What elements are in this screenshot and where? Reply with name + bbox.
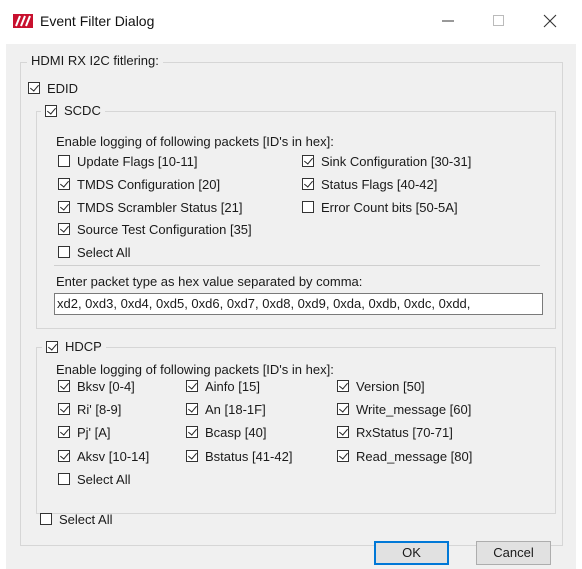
check-box [186, 380, 198, 392]
scdc-tmds-scrambler-checkbox[interactable]: TMDS Scrambler Status [21] [58, 198, 242, 216]
checkbox-label: Bcasp [40] [205, 424, 267, 440]
checkbox-label: Sink Configuration [30-31] [321, 153, 472, 169]
check-box [337, 450, 349, 462]
scdc-select-all-checkbox[interactable]: Select All [58, 243, 130, 261]
check-box [337, 426, 349, 438]
hdcp-read-message-checkbox[interactable]: Read_message [80] [337, 447, 472, 465]
hdcp-pj-checkbox[interactable]: Pj' [A] [58, 423, 111, 441]
checkbox-label: Update Flags [10-11] [77, 153, 198, 169]
minimize-icon [442, 20, 454, 22]
checkbox-label: RxStatus [70-71] [356, 424, 453, 440]
checkbox-label: Aksv [10-14] [77, 448, 150, 464]
hdcp-caption: Enable logging of following packets [ID'… [56, 362, 334, 377]
hdcp-ri-checkbox[interactable]: Ri' [8-9] [58, 400, 121, 418]
check-box [186, 426, 198, 438]
checkbox-label: Ri' [8-9] [77, 401, 122, 417]
scdc-divider [54, 265, 540, 266]
check-box [186, 403, 198, 415]
cancel-button[interactable]: Cancel [476, 541, 551, 565]
close-button[interactable] [527, 6, 573, 36]
check-box [58, 403, 70, 415]
minimize-button[interactable] [425, 6, 471, 36]
check-box [302, 178, 314, 190]
close-icon [543, 14, 557, 28]
check-box [302, 155, 314, 167]
check-box [58, 178, 70, 190]
checkbox-label: TMDS Configuration [20] [77, 176, 221, 192]
scdc-update-flags-checkbox[interactable]: Update Flags [10-11] [58, 152, 197, 170]
scdc-checkbox[interactable]: SCDC [41, 102, 105, 120]
hdcp-rxstatus-checkbox[interactable]: RxStatus [70-71] [337, 423, 453, 441]
scdc-caption: Enable logging of following packets [ID'… [56, 134, 334, 149]
checkbox-label: Bstatus [41-42] [205, 448, 293, 464]
edid-checkbox[interactable]: EDID [28, 79, 78, 97]
hdcp-label: HDCP [65, 339, 102, 354]
check-box [58, 473, 70, 485]
scdc-sink-config-checkbox[interactable]: Sink Configuration [30-31] [302, 152, 471, 170]
checkbox-label: Write_message [60] [356, 401, 472, 417]
checkbox-label: Source Test Configuration [35] [77, 221, 252, 237]
check-box [337, 380, 349, 392]
checkbox-label: Version [50] [356, 378, 425, 394]
check-box [40, 513, 52, 525]
hdcp-version-checkbox[interactable]: Version [50] [337, 377, 425, 395]
checkbox-label: An [18-1F] [205, 401, 266, 417]
checkbox-label: Ainfo [15] [205, 378, 260, 394]
hdcp-select-all-checkbox[interactable]: Select All [58, 470, 130, 488]
checkbox-label: Pj' [A] [77, 424, 111, 440]
edid-label: EDID [47, 80, 79, 96]
hdcp-an-checkbox[interactable]: An [18-1F] [186, 400, 266, 418]
maximize-button[interactable] [476, 6, 522, 36]
scdc-tmds-config-checkbox[interactable]: TMDS Configuration [20] [58, 175, 220, 193]
check-box [58, 246, 70, 258]
checkbox-label: Status Flags [40-42] [321, 176, 438, 192]
hex-input[interactable]: xd2, 0xd3, 0xd4, 0xd5, 0xd6, 0xd7, 0xd8,… [54, 293, 543, 315]
check-box [337, 403, 349, 415]
hex-caption: Enter packet type as hex value separated… [56, 274, 363, 289]
checkbox-label: Select All [77, 471, 131, 487]
check-box [302, 201, 314, 213]
hdcp-bksv-checkbox[interactable]: Bksv [0-4] [58, 377, 135, 395]
scdc-error-count-checkbox[interactable]: Error Count bits [50-5A] [302, 198, 458, 216]
scdc-source-test-checkbox[interactable]: Source Test Configuration [35] [58, 220, 252, 238]
check-box [58, 426, 70, 438]
checkbox-label: Error Count bits [50-5A] [321, 199, 458, 215]
checkbox-label: TMDS Scrambler Status [21] [77, 199, 243, 215]
window-title: Event Filter Dialog [40, 13, 155, 29]
maximize-icon [493, 15, 504, 26]
edid-check-box [28, 82, 40, 94]
app-logo-icon [13, 14, 33, 28]
hdcp-bstatus-checkbox[interactable]: Bstatus [41-42] [186, 447, 292, 465]
check-box [58, 201, 70, 213]
check-box [58, 223, 70, 235]
dialog-body: HDMI RX I2C fitlering: EDID SCDC Enable … [6, 44, 576, 569]
hdcp-check-box [46, 341, 58, 353]
check-box [58, 450, 70, 462]
hdcp-ainfo-checkbox[interactable]: Ainfo [15] [186, 377, 260, 395]
global-select-all-checkbox[interactable]: Select All [40, 510, 112, 528]
hdcp-write-message-checkbox[interactable]: Write_message [60] [337, 400, 471, 418]
checkbox-label: Select All [59, 511, 113, 527]
scdc-status-flags-checkbox[interactable]: Status Flags [40-42] [302, 175, 437, 193]
check-box [58, 380, 70, 392]
main-group-label: HDMI RX I2C fitlering: [27, 53, 163, 69]
scdc-label: SCDC [64, 103, 101, 118]
ok-button[interactable]: OK [374, 541, 449, 565]
title-bar: Event Filter Dialog [0, 0, 582, 44]
check-box [58, 155, 70, 167]
hdcp-aksv-checkbox[interactable]: Aksv [10-14] [58, 447, 149, 465]
checkbox-label: Select All [77, 244, 131, 260]
check-box [186, 450, 198, 462]
checkbox-label: Read_message [80] [356, 448, 473, 464]
hdcp-bcasp-checkbox[interactable]: Bcasp [40] [186, 423, 266, 441]
scdc-check-box [45, 105, 57, 117]
hdcp-checkbox[interactable]: HDCP [42, 338, 106, 356]
checkbox-label: Bksv [0-4] [77, 378, 135, 394]
